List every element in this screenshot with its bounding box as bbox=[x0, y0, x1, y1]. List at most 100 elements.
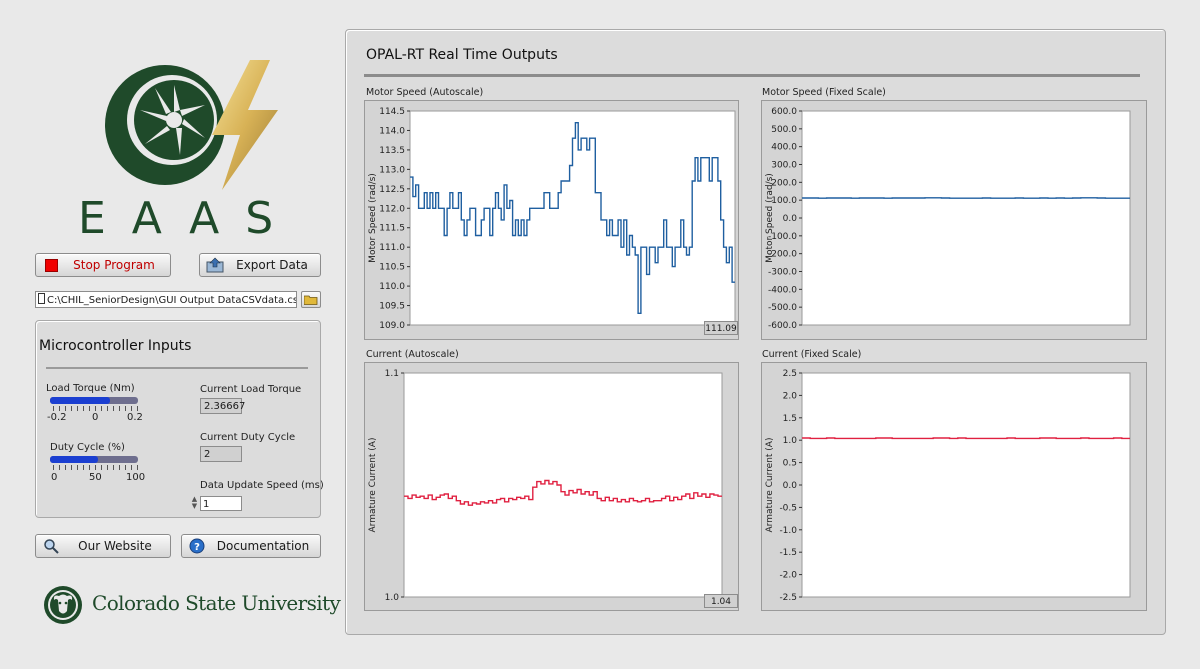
duty-cycle-max: 100 bbox=[126, 472, 146, 483]
microcontroller-title: Microcontroller Inputs bbox=[39, 338, 192, 354]
data-update-speed-control[interactable]: ▲ ▼ 1 bbox=[190, 496, 242, 511]
spin-arrows-icon[interactable]: ▲ ▼ bbox=[190, 496, 199, 511]
file-path-value: C:\CHIL_SeniorDesign\GUI Output DataCSVd… bbox=[47, 295, 297, 306]
load-torque-ticks bbox=[53, 406, 138, 411]
y-tick-label: 2.0 bbox=[783, 391, 798, 401]
y-tick-label: 111.0 bbox=[379, 243, 405, 253]
y-axis-label: Motor Speed (rad/s) bbox=[368, 173, 378, 263]
our-website-button[interactable]: Our Website bbox=[35, 534, 171, 558]
y-tick-label: 112.5 bbox=[379, 185, 405, 195]
browse-button[interactable] bbox=[301, 291, 321, 308]
duty-cycle-mid: 50 bbox=[89, 472, 102, 483]
y-tick-label: 109.0 bbox=[379, 321, 405, 331]
y-tick-label: -2.5 bbox=[779, 593, 797, 603]
stop-program-button[interactable]: Stop Program bbox=[35, 253, 171, 277]
documentation-label: Documentation bbox=[216, 539, 310, 553]
y-tick-label: -1.0 bbox=[779, 526, 797, 536]
plot-area bbox=[801, 110, 1131, 326]
duty-cycle-slider[interactable] bbox=[50, 456, 138, 463]
file-path-field[interactable]: C:\CHIL_SeniorDesign\GUI Output DataCSVd… bbox=[35, 291, 297, 308]
y-tick-label: 1.1 bbox=[385, 369, 399, 379]
y-tick-label: 1.5 bbox=[783, 414, 797, 424]
y-axis-label: Armature Current (A) bbox=[368, 438, 378, 533]
speed-readout: 111.09 bbox=[704, 321, 738, 335]
realtime-outputs-title: OPAL-RT Real Time Outputs bbox=[366, 47, 558, 63]
stop-program-label: Stop Program bbox=[73, 258, 155, 272]
chart-title-current-fixed: Current (Fixed Scale) bbox=[762, 349, 862, 360]
y-tick-label: 113.5 bbox=[379, 146, 405, 156]
chart-speed-autoscale: 109.0 109.5 110.0 110.5 111.0 111.5 112.0 112.5… bbox=[368, 107, 736, 331]
y-axis-label: Motor Speed (rad/s) bbox=[765, 173, 775, 263]
logo-text: EAAS bbox=[78, 193, 300, 244]
y-tick-label: -400.0 bbox=[768, 285, 797, 295]
y-tick-label: 111.5 bbox=[379, 224, 405, 234]
y-tick-label: -2.0 bbox=[779, 571, 797, 581]
load-torque-slider[interactable] bbox=[50, 397, 138, 404]
y-tick-label: -1.5 bbox=[779, 548, 797, 558]
y-tick-label: 0.0 bbox=[783, 214, 798, 224]
y-tick-label: 110.0 bbox=[379, 282, 405, 292]
csu-ram-logo-icon bbox=[43, 585, 83, 625]
y-tick-label: 1.0 bbox=[783, 436, 798, 446]
duty-cycle-ticks bbox=[53, 465, 138, 470]
y-tick-label: -300.0 bbox=[768, 268, 797, 278]
chart-current-autoscale: 1.0 1.1 Armature Current (A) bbox=[368, 369, 723, 603]
export-data-label: Export Data bbox=[236, 258, 308, 272]
current-load-torque-label: Current Load Torque bbox=[200, 384, 302, 395]
documentation-button[interactable]: ? Documentation bbox=[181, 534, 321, 558]
load-torque-slider-fill bbox=[50, 397, 110, 404]
stop-icon bbox=[45, 258, 58, 272]
current-duty-cycle-label: Current Duty Cycle bbox=[200, 432, 296, 443]
y-tick-label: 400.0 bbox=[771, 143, 797, 153]
y-tick-label: -0.5 bbox=[779, 503, 797, 513]
chart-title-speed-fixed: Motor Speed (Fixed Scale) bbox=[762, 87, 886, 98]
y-tick-label: 114.5 bbox=[379, 107, 405, 117]
current-load-torque-value: 2.36667 bbox=[200, 398, 245, 414]
duty-cycle-label: Duty Cycle (%) bbox=[50, 442, 125, 453]
university-name: Colorado State University bbox=[92, 591, 341, 615]
y-tick-label: 200.0 bbox=[771, 178, 797, 188]
plot-area bbox=[403, 372, 723, 598]
chart-title-speed-auto: Motor Speed (Autoscale) bbox=[366, 87, 484, 98]
file-path-icon bbox=[38, 293, 45, 304]
chart-current-fixed-scale: -2.5 -2.0 -1.5 -1.0 -0.5 0.0 0.5 1.0 1.5 2.0 2.5 Ar… bbox=[765, 369, 1131, 603]
y-tick-label: 1.0 bbox=[385, 593, 400, 603]
load-torque-label: Load Torque (Nm) bbox=[46, 383, 135, 394]
y-tick-label: 109.5 bbox=[379, 302, 405, 312]
y-tick-label: -500.0 bbox=[768, 303, 797, 313]
help-icon: ? bbox=[188, 538, 206, 554]
y-tick-label: 100.0 bbox=[771, 196, 797, 206]
export-icon bbox=[206, 257, 224, 273]
y-tick-label: 113.0 bbox=[379, 165, 405, 175]
current-duty-cycle-value: 2 bbox=[200, 446, 242, 462]
y-tick-label: 2.5 bbox=[783, 369, 797, 379]
y-tick-label: -600.0 bbox=[768, 321, 797, 331]
current-readout: 1.04 bbox=[704, 594, 738, 608]
y-axis-label: Armature Current (A) bbox=[765, 438, 775, 533]
y-tick-label: 114.0 bbox=[379, 126, 405, 136]
y-tick-label: 0.5 bbox=[783, 459, 797, 469]
chart-speed-fixed-scale: -600.0-500.0-400.0-300.0-200.0-100.00.01… bbox=[765, 107, 1131, 331]
realtime-outputs-divider bbox=[364, 74, 1140, 77]
duty-cycle-min: 0 bbox=[51, 472, 58, 483]
chart-title-current-auto: Current (Autoscale) bbox=[366, 349, 459, 360]
load-torque-mid: 0 bbox=[92, 412, 99, 423]
y-tick-label: 500.0 bbox=[771, 125, 797, 135]
data-update-speed-label: Data Update Speed (ms) bbox=[200, 480, 324, 491]
export-data-button[interactable]: Export Data bbox=[199, 253, 321, 277]
folder-icon bbox=[304, 295, 318, 305]
svg-text:?: ? bbox=[194, 542, 200, 553]
y-tick-label: 110.5 bbox=[379, 263, 405, 273]
load-torque-min: -0.2 bbox=[47, 412, 67, 423]
plot-area bbox=[801, 372, 1131, 598]
y-tick-label: 0.0 bbox=[783, 481, 798, 491]
our-website-label: Our Website bbox=[78, 539, 152, 553]
duty-cycle-slider-fill bbox=[50, 456, 98, 463]
data-update-speed-input[interactable]: 1 bbox=[200, 496, 242, 511]
microcontroller-divider bbox=[46, 367, 308, 369]
load-torque-max: 0.2 bbox=[127, 412, 143, 423]
y-tick-label: 600.0 bbox=[771, 107, 797, 117]
search-icon bbox=[42, 538, 60, 554]
y-tick-label: 112.0 bbox=[379, 204, 405, 214]
y-tick-label: 300.0 bbox=[771, 161, 797, 171]
